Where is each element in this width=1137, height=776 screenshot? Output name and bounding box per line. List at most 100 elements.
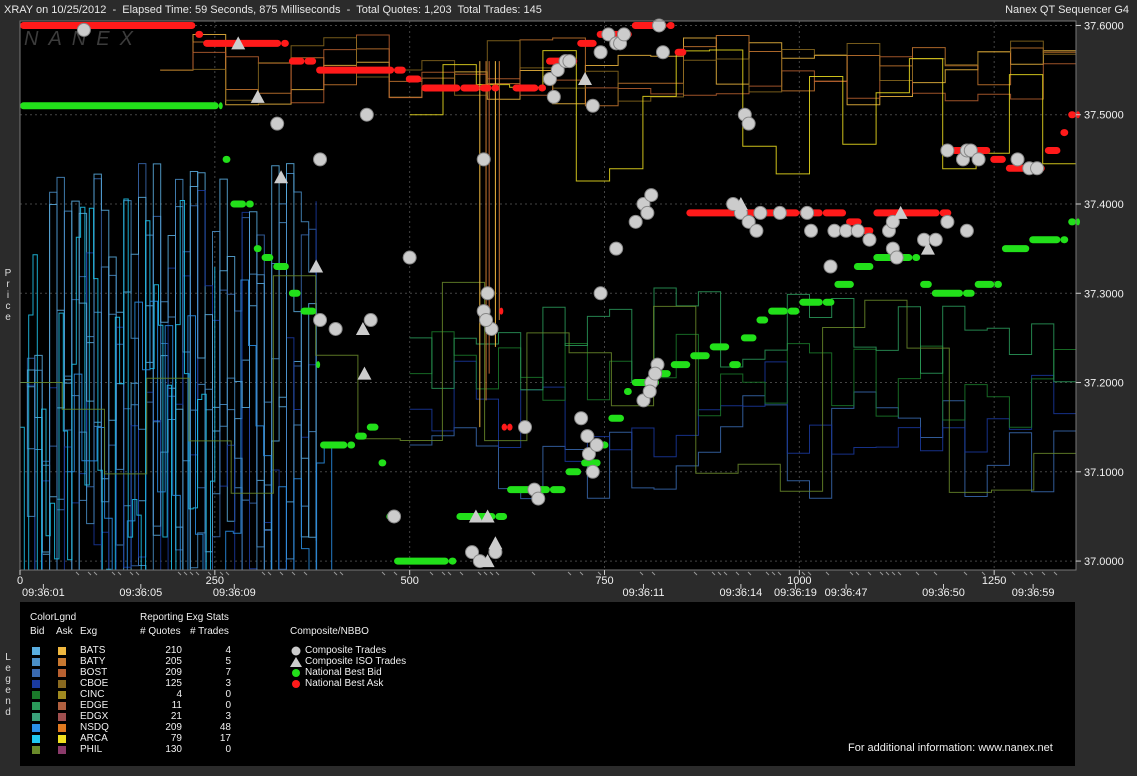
trade-point	[328, 321, 343, 336]
ask-segment	[394, 66, 406, 74]
exchange-name: ARCA	[80, 733, 108, 744]
exchange-name: CINC	[80, 689, 105, 700]
time-label: 09:36:01	[22, 587, 65, 599]
trade-tick	[117, 571, 122, 576]
exchange-name: BATY	[80, 656, 106, 667]
footer-note[interactable]: For additional information: www.nanex.ne…	[848, 742, 1053, 754]
trade-point	[585, 464, 600, 479]
bid-segment	[320, 441, 348, 449]
bid-segment	[355, 432, 367, 440]
ask-segment	[288, 57, 305, 65]
time-label: 09:36:50	[922, 587, 965, 599]
trade-count: 17	[219, 733, 231, 744]
bid-swatch	[32, 669, 40, 677]
bid-segment	[822, 298, 835, 306]
bid-segment	[273, 262, 289, 270]
trade-point	[889, 250, 904, 265]
trade-tick	[915, 571, 920, 576]
trade-legend-icon	[291, 646, 301, 656]
bid-swatch	[32, 702, 40, 710]
trade-point	[593, 45, 608, 60]
trade-point	[531, 491, 546, 506]
ask-segment	[990, 155, 1006, 163]
trade-count: 3	[225, 711, 231, 722]
trade-point	[772, 205, 787, 220]
trade-tick	[111, 571, 116, 576]
bid-segment	[549, 486, 566, 494]
bid-segment	[495, 512, 508, 520]
nbbo-legend-icon	[292, 669, 300, 677]
trade-point	[804, 223, 819, 238]
x-tick-label: 0	[17, 575, 23, 587]
trade-count: 3	[225, 678, 231, 689]
bid-segment	[974, 280, 995, 288]
trade-tick	[867, 571, 872, 576]
ask-segment	[499, 307, 504, 315]
trade-tick	[441, 571, 446, 576]
bid-segment	[853, 262, 874, 270]
composite-legend-label: National Best Bid	[305, 667, 382, 678]
trade-point	[800, 205, 815, 220]
trade-point	[593, 286, 608, 301]
trade-point	[363, 313, 378, 328]
trade-point	[823, 259, 838, 274]
bid-swatch	[32, 735, 40, 743]
trade-tick	[579, 571, 584, 576]
ask-segment	[460, 84, 480, 92]
bid-segment	[1029, 236, 1061, 244]
trade-tick	[963, 571, 968, 576]
ask-segment	[479, 84, 492, 92]
bid-segment	[740, 334, 757, 342]
bid-segment	[799, 298, 823, 306]
trade-point	[585, 98, 600, 113]
price-chart[interactable]: NANEX 37.000037.100037.200037.300037.400…	[0, 0, 1137, 600]
exg-column-heading: Exg	[80, 626, 98, 637]
ask-segment	[491, 84, 500, 92]
trade-point	[655, 45, 670, 60]
quote-count: 79	[170, 733, 182, 744]
trade-point	[940, 143, 955, 158]
exchange-name: BATS	[80, 645, 106, 656]
trade-count: 5	[225, 656, 231, 667]
trade-point	[76, 22, 91, 37]
trade-tick	[885, 571, 890, 576]
price-axis-letter: r	[6, 279, 10, 290]
time-label: 09:36:05	[119, 587, 162, 599]
y-tick-label: 37.2000	[1084, 378, 1124, 390]
trade-tick	[1011, 571, 1016, 576]
trade-tick	[639, 571, 644, 576]
x-tick-label: 750	[595, 575, 613, 587]
ask-segment	[507, 423, 513, 431]
ask-segment	[281, 39, 289, 47]
trade-point	[589, 438, 604, 453]
composite-legend-label: Composite ISO Trades	[305, 656, 407, 667]
bid-swatch	[32, 647, 40, 655]
bid-swatch	[32, 746, 40, 754]
trade-tick	[711, 571, 716, 576]
trade-tick	[267, 571, 272, 576]
quote-count: 21	[170, 711, 182, 722]
exchange-name: BOST	[80, 667, 108, 678]
trade-point	[839, 223, 854, 238]
bid-swatch	[32, 713, 40, 721]
legend-axis-letter: e	[5, 685, 11, 696]
bid-segment	[565, 468, 582, 476]
trade-point	[640, 205, 655, 220]
trade-tick	[447, 571, 452, 576]
trade-point	[741, 116, 756, 131]
price-axis-label: Price	[3, 268, 13, 323]
ask-segment	[501, 423, 508, 431]
stats-heading: Reporting Exg Stats	[140, 612, 229, 623]
trade-tick	[75, 571, 80, 576]
trade-tick	[933, 571, 938, 576]
composite-legend-label: Composite Trades	[305, 645, 387, 656]
trade-point	[270, 116, 285, 131]
y-tick-label: 37.4000	[1084, 199, 1124, 211]
trade-tick	[459, 571, 464, 576]
x-tick-label: 1000	[787, 575, 811, 587]
exchange-name: NSDQ	[80, 722, 109, 733]
trade-point	[609, 241, 624, 256]
trade-count: 48	[219, 722, 231, 733]
bid-segment	[246, 200, 254, 208]
ask-segment	[1044, 146, 1061, 154]
